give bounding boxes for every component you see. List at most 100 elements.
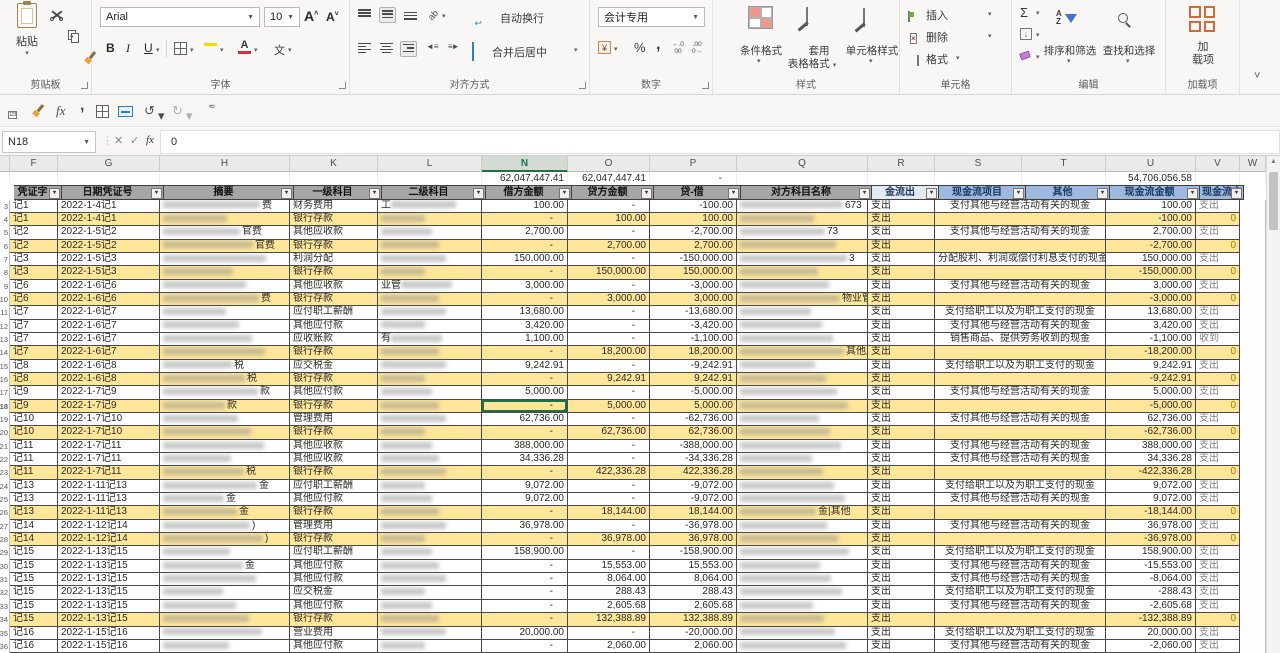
cell[interactable]: 3,000.00 [568,293,650,306]
cell[interactable]: 2,060.00 [568,640,650,653]
cell[interactable] [737,360,868,373]
cell[interactable]: 税 [160,360,290,373]
cell[interactable]: 支付其他与经营活动有关的现金 [935,493,1106,506]
cell[interactable]: - [568,480,650,493]
percent-style-button[interactable]: % [634,40,646,55]
cell[interactable]: 金 [160,493,290,506]
fill-color-chevron-icon[interactable]: ▾ [220,46,224,54]
cell[interactable] [935,240,1106,253]
cell[interactable]: 其他应付款 [290,640,378,653]
cell[interactable]: 银行存款 [290,466,378,479]
filter-button[interactable]: ▾ [281,188,292,199]
cell[interactable]: - [568,413,650,426]
cell[interactable]: 银行存款 [290,213,378,226]
column-letter[interactable]: F [10,156,58,172]
cell[interactable]: 62,736.00 [650,426,737,439]
accounting-format-button[interactable]: ¥ [598,41,611,54]
cell[interactable] [378,520,482,533]
cell[interactable] [378,373,482,386]
align-bottom-button[interactable] [404,9,417,21]
cell[interactable] [737,240,868,253]
cell[interactable]: - [482,240,568,253]
font-color-button[interactable]: A [238,40,251,54]
cell[interactable]: 支付给职工以及为职工支付的现金 [935,627,1106,640]
cell[interactable]: 100.00 [650,213,737,226]
cell[interactable] [935,426,1106,439]
cell[interactable]: 应交税金 [290,586,378,599]
cell[interactable]: 管理费用 [290,413,378,426]
cell[interactable] [160,546,290,559]
cell[interactable]: -62,736.00 [650,413,737,426]
cell[interactable] [1240,253,1266,266]
undo-chevron-icon[interactable]: ▾ [158,108,165,124]
cell[interactable]: 15,553.00 [568,560,650,573]
cell[interactable]: 2,700.00 [650,240,737,253]
cell[interactable] [1240,240,1266,253]
cell[interactable]: 2022-1-15记16 [58,627,160,640]
cell[interactable]: 记3 [10,253,58,266]
filter-button[interactable]: ▾ [641,188,652,199]
cell[interactable] [737,560,868,573]
cell[interactable]: 支付其他与经营活动有关的现金 [935,280,1106,293]
cell[interactable]: -2,060.00 [1106,640,1196,653]
cell[interactable] [160,627,290,640]
cell[interactable]: 营业费用 [290,627,378,640]
cell[interactable]: 13,680.00 [482,306,568,319]
cell[interactable]: 收到 [1196,333,1240,346]
cell[interactable]: 税 [160,373,290,386]
cell[interactable]: 金|其他 [737,506,868,519]
cell[interactable] [1240,360,1266,373]
align-center-button[interactable] [380,43,393,55]
paste-button[interactable]: 粘贴 ▾ [8,3,46,57]
cell[interactable]: 150,000.00 [650,266,737,279]
cell[interactable] [160,306,290,319]
cell[interactable]: 0 [1196,426,1240,439]
cell[interactable]: 记13 [10,480,58,493]
cell[interactable]: 费 [160,200,290,213]
cell[interactable]: 支出 [868,627,935,640]
cell[interactable] [160,213,290,226]
cell[interactable]: 记13 [10,506,58,519]
cell[interactable]: - [482,506,568,519]
cell[interactable]: 34,336.28 [1106,453,1196,466]
cell[interactable] [737,466,868,479]
cell[interactable]: 3,000.00 [1106,280,1196,293]
grow-font-button[interactable]: A˄ [304,8,318,24]
cell[interactable]: 官费 [160,226,290,239]
cell[interactable]: 记7 [10,320,58,333]
cell[interactable]: 支出 [868,213,935,226]
cell[interactable] [10,172,58,185]
cell[interactable]: -2,605.68 [1106,600,1196,613]
column-header[interactable]: 一级科目▾ [294,185,382,200]
cell[interactable]: -9,242.91 [650,360,737,373]
cell[interactable]: 其他应收款 [290,440,378,453]
column-letter[interactable]: G [58,156,160,172]
cell[interactable]: 有 [378,333,482,346]
cell[interactable]: - [482,400,568,413]
cell[interactable]: 36,978.00 [1106,520,1196,533]
cell[interactable]: 158,900.00 [1106,546,1196,559]
cell[interactable] [935,293,1106,306]
cell[interactable]: - [482,266,568,279]
cell[interactable]: 422,336.28 [568,466,650,479]
cell[interactable]: -2,700.00 [650,226,737,239]
cell[interactable]: 款 [160,400,290,413]
cell[interactable] [378,386,482,399]
filter-button[interactable]: ▾ [1013,188,1024,199]
filter-button[interactable]: ▾ [151,188,162,199]
row-number[interactable]: 29 [0,546,10,559]
cell[interactable] [868,172,935,185]
delete-chevron-icon[interactable]: ▾ [988,32,992,40]
cell[interactable]: 9,242.91 [568,373,650,386]
cell[interactable]: 0 [1196,466,1240,479]
cell[interactable]: 记15 [10,573,58,586]
cell[interactable] [160,613,290,626]
cell[interactable] [378,346,482,359]
cell[interactable]: -5,000.00 [650,386,737,399]
underline-chevron-icon[interactable]: ▾ [156,46,160,54]
cell[interactable] [378,640,482,653]
cell[interactable]: -20,000.00 [650,627,737,640]
cell[interactable]: -1,100.00 [1106,333,1196,346]
cell[interactable]: 支出 [868,373,935,386]
cell[interactable] [935,373,1106,386]
